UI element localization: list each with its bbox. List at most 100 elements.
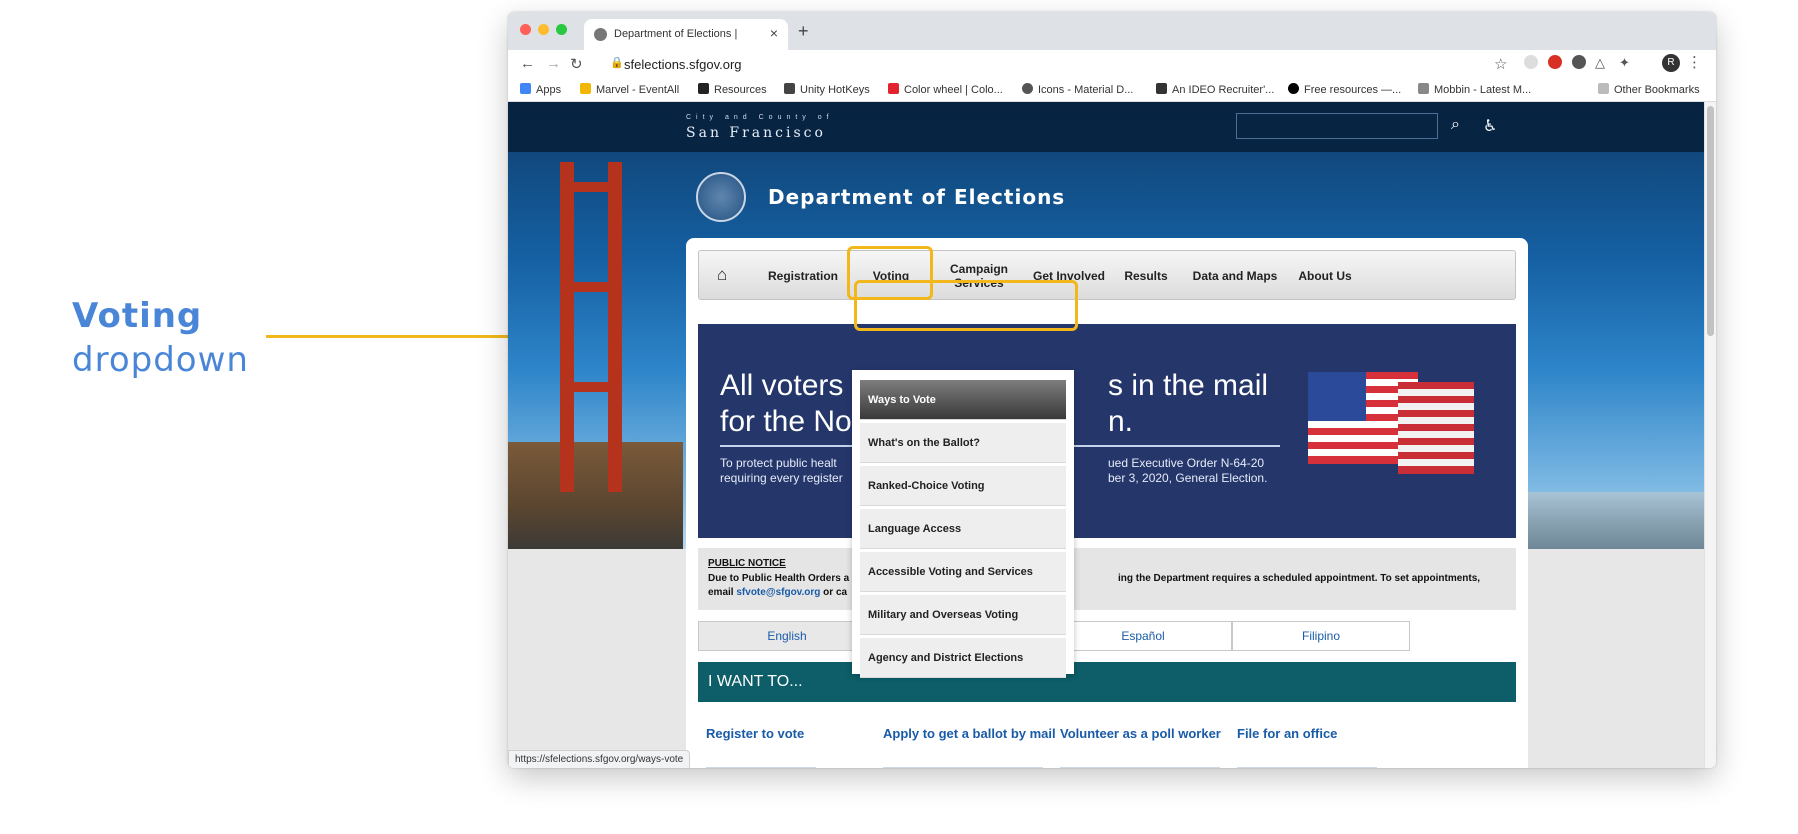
browser-tab[interactable]: Department of Elections | × bbox=[584, 19, 788, 50]
dropdown-ranked-choice-voting[interactable]: Ranked-Choice Voting bbox=[860, 466, 1066, 506]
bookmark-item[interactable]: An IDEO Recruiter'... bbox=[1156, 83, 1274, 96]
dropdown-ways-to-vote[interactable]: Ways to Vote bbox=[860, 380, 1066, 420]
nav-registration[interactable]: Registration bbox=[751, 251, 855, 301]
banner-heading-line1-right: s in the mail bbox=[1108, 369, 1269, 402]
bridge-crossbar bbox=[560, 182, 622, 192]
puzzle-icon[interactable]: ✦ bbox=[1619, 55, 1630, 71]
nav-data-and-maps[interactable]: Data and Maps bbox=[1183, 251, 1287, 301]
accessibility-icon[interactable]: ♿ bbox=[1483, 116, 1497, 136]
dropdown-agency-district[interactable]: Agency and District Elections bbox=[860, 638, 1066, 678]
nav-about-us[interactable]: About Us bbox=[1283, 251, 1367, 301]
content-panel: ⌂ Registration Voting Campaign Services … bbox=[686, 238, 1528, 768]
adobe-icon bbox=[888, 83, 899, 94]
voting-dropdown-menu: Ways to Vote What's on the Ballot? Ranke… bbox=[852, 370, 1074, 678]
mobbin-icon bbox=[1418, 83, 1429, 94]
circle-icon bbox=[1288, 83, 1299, 94]
profile-avatar[interactable]: R bbox=[1662, 54, 1680, 72]
forward-icon[interactable]: → bbox=[546, 55, 561, 72]
reload-icon[interactable]: ↻ bbox=[570, 55, 583, 73]
home-icon[interactable]: ⌂ bbox=[717, 265, 727, 285]
bridge-tower bbox=[560, 162, 574, 492]
back-icon[interactable]: ← bbox=[520, 55, 535, 72]
lang-english[interactable]: English bbox=[698, 621, 876, 651]
dropdown-accessible-voting[interactable]: Accessible Voting and Services bbox=[860, 552, 1066, 592]
bridge-crossbar bbox=[560, 282, 622, 292]
city-county-label: City and County of bbox=[686, 114, 834, 121]
page-scrollbar[interactable] bbox=[1704, 102, 1716, 768]
city-header-strip: City and County of San Francisco ⌕ ♿ bbox=[508, 102, 1704, 152]
notice-email-link[interactable]: sfvote@sfgov.org bbox=[736, 587, 820, 598]
search-icon[interactable]: ⌕ bbox=[1451, 116, 1460, 134]
banner-heading-line1: All voters bbox=[720, 369, 844, 402]
extension-icon[interactable] bbox=[1572, 55, 1586, 69]
url-text: sfelections.sfgov.org bbox=[624, 57, 742, 72]
link-file-for-office[interactable]: File for an office bbox=[1237, 726, 1337, 741]
bookmark-other[interactable]: Other Bookmarks bbox=[1598, 83, 1700, 96]
tab-bar: Department of Elections | × + bbox=[508, 12, 1716, 50]
folder-icon bbox=[1598, 83, 1609, 94]
bookmark-item[interactable]: Marvel - EventAll bbox=[580, 83, 679, 96]
flag-fold-icon bbox=[1398, 382, 1474, 474]
ways-to-vote-highlight-box bbox=[854, 280, 1078, 331]
address-bar[interactable]: 🔒 sfelections.sfgov.org bbox=[602, 53, 1602, 75]
bookmark-label: Color wheel | Colo... bbox=[904, 84, 1003, 96]
lock-icon: 🔒 bbox=[610, 57, 624, 69]
link-apply-ballot-by-mail[interactable]: Apply to get a ballot by mail bbox=[883, 726, 1056, 741]
announcement-banner[interactable]: All voters for the No s in the mail n. T… bbox=[698, 324, 1516, 538]
extension-icon[interactable] bbox=[1524, 55, 1538, 69]
maximize-window-button[interactable] bbox=[556, 24, 567, 35]
bookmark-label: Marvel - EventAll bbox=[596, 84, 680, 96]
bookmarks-bar: Apps Marvel - EventAll Resources Unity H… bbox=[508, 78, 1716, 102]
lang-espanol[interactable]: Español bbox=[1054, 621, 1232, 651]
browser-toolbar: ← → ↻ 🔒 sfelections.sfgov.org ☆ △ ✦ R ⋮ bbox=[508, 50, 1716, 78]
bookmark-item[interactable]: Mobbin - Latest M... bbox=[1418, 83, 1531, 96]
nav-results[interactable]: Results bbox=[1111, 251, 1181, 301]
link-volunteer-poll-worker[interactable]: Volunteer as a poll worker bbox=[1060, 726, 1221, 741]
bookmark-item[interactable]: Resources bbox=[698, 83, 767, 96]
i-want-to-header: I WANT TO... bbox=[698, 662, 1516, 702]
scrollbar-thumb[interactable] bbox=[1707, 106, 1714, 336]
close-tab-icon[interactable]: × bbox=[770, 25, 778, 41]
bookmark-label: Mobbin - Latest M... bbox=[1434, 84, 1532, 96]
link-register-to-vote[interactable]: Register to vote bbox=[706, 726, 804, 741]
stage: Voting dropdown Department of Elections … bbox=[0, 0, 1798, 834]
city-name: San Francisco bbox=[686, 125, 826, 141]
lang-filipino[interactable]: Filipino bbox=[1232, 621, 1410, 651]
minimize-window-button[interactable] bbox=[538, 24, 549, 35]
bookmark-item[interactable]: Unity HotKeys bbox=[784, 83, 870, 96]
link-row-cutoff bbox=[1060, 767, 1220, 768]
bookmark-item[interactable]: Free resources —... bbox=[1288, 83, 1401, 96]
link-row-cutoff bbox=[1237, 767, 1377, 768]
bookmark-item[interactable]: Icons - Material D... bbox=[1022, 83, 1133, 96]
skyline-image bbox=[1528, 492, 1704, 549]
link-row-cutoff bbox=[883, 767, 1043, 768]
drive-icon[interactable]: △ bbox=[1595, 55, 1605, 71]
bookmark-star-icon[interactable]: ☆ bbox=[1494, 55, 1507, 73]
notice-line1-right: ing the Department requires a scheduled … bbox=[1118, 573, 1481, 584]
notice-line1-left: Due to Public Health Orders a bbox=[708, 573, 850, 584]
main-nav: ⌂ Registration Voting Campaign Services … bbox=[698, 250, 1516, 300]
dropdown-whats-on-ballot[interactable]: What's on the Ballot? bbox=[860, 423, 1066, 463]
link-row-cutoff bbox=[706, 767, 816, 768]
bridge-tower bbox=[608, 162, 622, 492]
extension-icon[interactable] bbox=[1548, 55, 1562, 69]
bookmark-label: Free resources —... bbox=[1304, 84, 1402, 96]
material-icon bbox=[1022, 83, 1033, 94]
close-window-button[interactable] bbox=[520, 24, 531, 35]
notion-icon bbox=[698, 83, 709, 94]
browser-window: Department of Elections | × + ← → ↻ 🔒 sf… bbox=[508, 12, 1716, 768]
dropdown-language-access[interactable]: Language Access bbox=[860, 509, 1066, 549]
bookmark-label: Unity HotKeys bbox=[800, 84, 870, 96]
apps-grid-icon bbox=[520, 83, 531, 94]
notice-line2-suffix: or ca bbox=[823, 587, 848, 598]
tab-title: Department of Elections | bbox=[614, 28, 738, 40]
bookmark-apps[interactable]: Apps bbox=[520, 83, 561, 96]
bookmark-item[interactable]: Color wheel | Colo... bbox=[888, 83, 1003, 96]
dropdown-military-overseas[interactable]: Military and Overseas Voting bbox=[860, 595, 1066, 635]
bookmark-label: Apps bbox=[536, 84, 562, 96]
page-viewport: City and County of San Francisco ⌕ ♿ Dep… bbox=[508, 102, 1716, 768]
menu-icon[interactable]: ⋮ bbox=[1687, 53, 1702, 71]
banner-heading-line2-right: n. bbox=[1108, 405, 1134, 438]
new-tab-icon[interactable]: + bbox=[798, 21, 809, 42]
site-search-input[interactable] bbox=[1236, 113, 1438, 139]
